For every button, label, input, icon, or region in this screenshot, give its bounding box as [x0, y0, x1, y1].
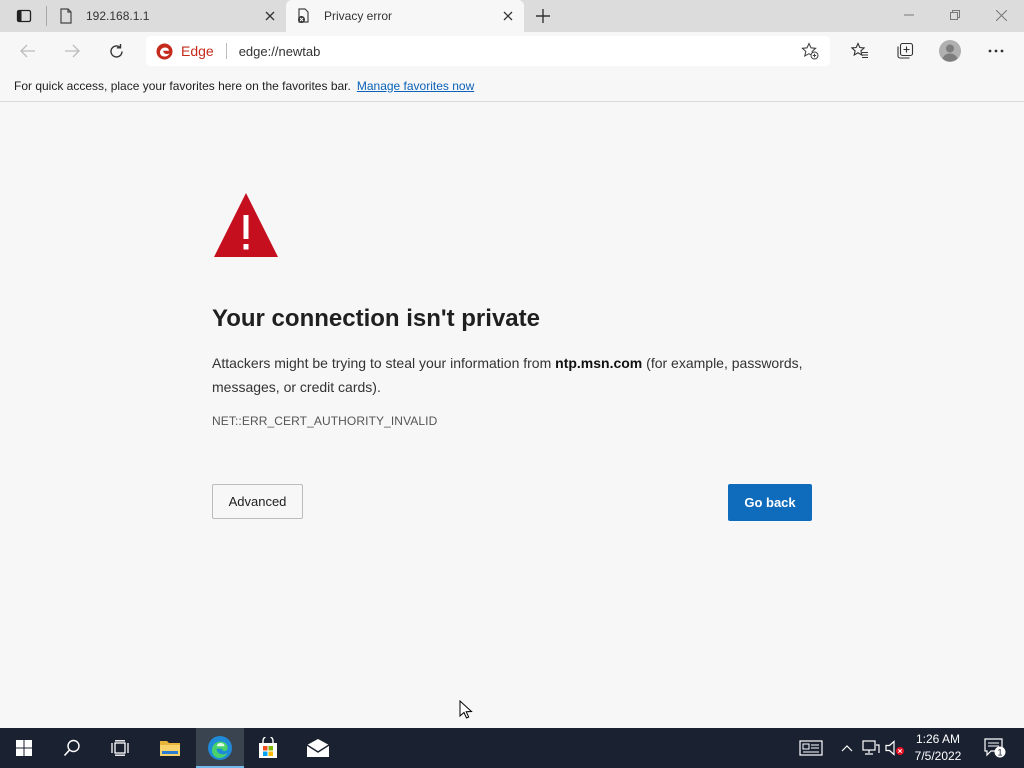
show-hidden-icons-chevron-icon[interactable] — [838, 728, 856, 768]
search-icon[interactable] — [48, 728, 96, 768]
error-code[interactable]: NET::ERR_CERT_AUTHORITY_INVALID — [212, 414, 437, 428]
notification-count: 1 — [997, 748, 1002, 758]
tab-title: Privacy error — [324, 9, 393, 23]
notification-center-icon[interactable]: 1 — [980, 728, 1010, 768]
taskbar: 1:26 AM 7/5/2022 1 — [0, 728, 1024, 768]
back-arrow-icon[interactable] — [13, 36, 43, 66]
tab-privacy-error[interactable]: Privacy error — [286, 0, 524, 32]
minimize-icon[interactable] — [886, 0, 932, 30]
tab-192-168-1-1[interactable]: 192.168.1.1 — [48, 0, 286, 32]
address-divider — [225, 43, 227, 59]
page-title: Your connection isn't private — [212, 305, 540, 332]
page-icon — [58, 8, 74, 24]
news-widget-icon[interactable] — [796, 728, 826, 768]
network-icon[interactable] — [860, 728, 882, 768]
error-page: Your connection isn't private Attackers … — [0, 103, 1024, 728]
manage-favorites-link[interactable]: Manage favorites now — [357, 79, 474, 93]
system-clock[interactable]: 1:26 AM 7/5/2022 — [906, 731, 970, 765]
close-tab-icon[interactable] — [500, 8, 516, 24]
edge-label: Edge — [181, 43, 214, 59]
description-text: Attackers might be trying to steal your … — [212, 355, 556, 371]
edge-warning-icon — [156, 43, 173, 59]
browser-toolbar: Edge edge://newtab — [0, 32, 1024, 70]
favorites-bar-message: For quick access, place your favorites h… — [14, 78, 351, 93]
new-tab-icon[interactable] — [532, 6, 554, 26]
host-name: ntp.msn.com — [555, 355, 643, 371]
mail-icon[interactable] — [294, 728, 342, 768]
clock-time: 1:26 AM — [915, 732, 961, 746]
add-favorite-icon[interactable] — [798, 39, 822, 63]
start-button-icon[interactable] — [0, 728, 48, 768]
clock-date: 7/5/2022 — [914, 749, 962, 763]
favorites-bar: For quick access, place your favorites h… — [0, 70, 1024, 102]
collections-icon[interactable] — [890, 36, 920, 66]
restore-icon[interactable] — [932, 0, 978, 30]
advanced-button[interactable]: Advanced — [212, 484, 303, 519]
error-page-icon — [296, 8, 312, 24]
warning-triangle-icon — [214, 193, 278, 257]
edge-taskbar-icon[interactable] — [196, 728, 244, 768]
tab-strip: 192.168.1.1 Privacy error — [0, 0, 1024, 32]
favorites-icon[interactable] — [845, 36, 875, 66]
tab-actions-icon[interactable] — [8, 6, 40, 26]
go-back-button[interactable]: Go back — [728, 484, 812, 521]
more-menu-icon[interactable] — [981, 36, 1011, 66]
profile-avatar-icon[interactable] — [935, 36, 965, 66]
mouse-cursor-icon — [459, 700, 473, 719]
microsoft-store-icon[interactable] — [244, 728, 292, 768]
refresh-icon[interactable] — [101, 36, 131, 66]
forward-arrow-icon[interactable] — [57, 36, 87, 66]
volume-muted-icon[interactable] — [884, 728, 906, 768]
task-view-icon[interactable] — [96, 728, 144, 768]
close-window-icon[interactable] — [978, 0, 1024, 30]
edge-brand-chip[interactable]: Edge — [156, 43, 214, 60]
address-bar[interactable]: Edge edge://newtab — [146, 36, 830, 66]
error-description: Attackers might be trying to steal your … — [212, 351, 812, 399]
tab-title: 192.168.1.1 — [86, 9, 150, 23]
tab-separator — [46, 6, 47, 26]
file-explorer-icon[interactable] — [146, 728, 194, 768]
close-tab-icon[interactable] — [262, 8, 278, 24]
url-text[interactable]: edge://newtab — [239, 44, 798, 59]
